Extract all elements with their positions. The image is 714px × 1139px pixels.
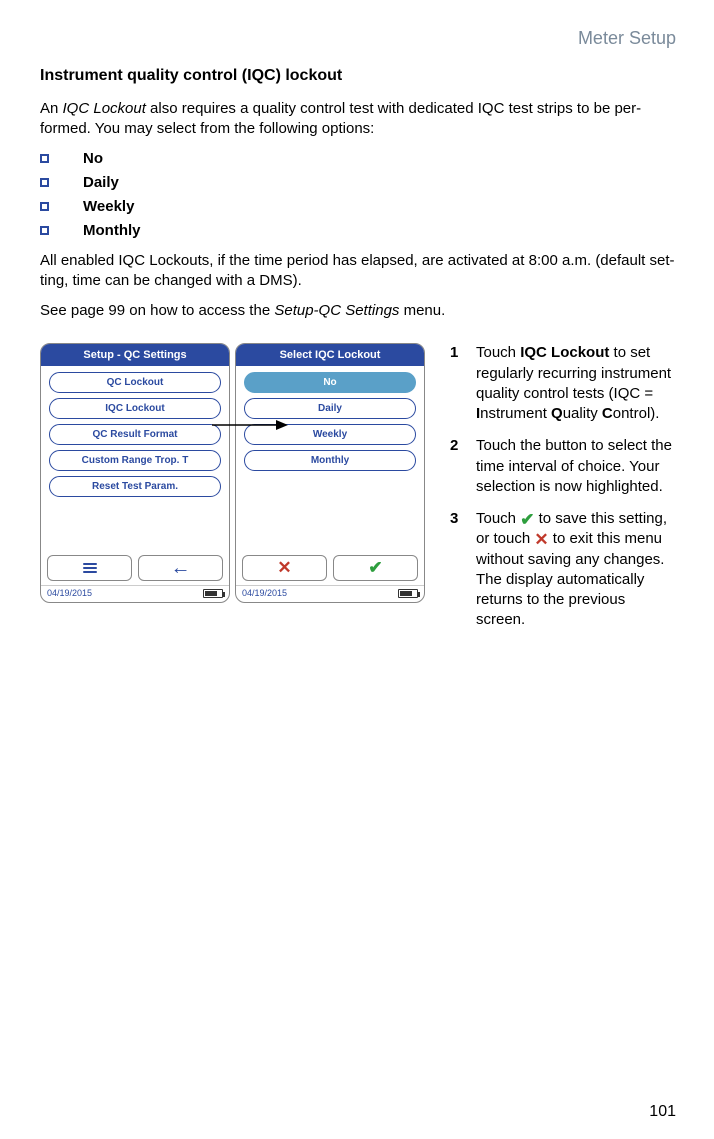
page-number: 101 [649, 1103, 676, 1121]
t: Touch [476, 510, 520, 527]
option-label: Weekly [83, 198, 134, 215]
cancel-button[interactable]: ✕ [242, 555, 327, 581]
menu-button[interactable] [47, 555, 132, 581]
menu-icon [48, 556, 131, 580]
device-title: Setup - QC Settings [41, 344, 229, 366]
para-seepage: See page 99 on how to access the Setup-Q… [40, 301, 676, 321]
check-icon: ✔ [368, 558, 382, 578]
t-em: Setup-QC Settings [274, 302, 399, 319]
device-date: 04/19/2015 [47, 588, 92, 598]
option-label: Monthly [83, 222, 141, 239]
t: uality [563, 405, 602, 422]
device-body: No Daily Weekly Monthly [236, 366, 424, 551]
option-label: No [83, 150, 103, 167]
step-num: 1 [450, 343, 462, 424]
device-title: Select IQC Lockout [236, 344, 424, 366]
section-title: Instrument quality control (IQC) lockout [40, 67, 676, 85]
t: ontrol). [613, 405, 660, 422]
check-icon: ✔ [520, 511, 534, 528]
menu-iqc-lockout[interactable]: IQC Lockout [49, 398, 221, 419]
device-date: 04/19/2015 [242, 588, 287, 598]
option-no: No [40, 150, 676, 167]
t-b: IQC Lockout [520, 344, 609, 361]
battery-icon [203, 589, 223, 598]
step-3: 3 Touch ✔ to save this setting, or touch… [450, 509, 676, 631]
square-bullet-icon [40, 202, 49, 211]
menu-custom-range[interactable]: Custom Range Trop. T [49, 450, 221, 471]
instruction-steps: 1 Touch IQC Lockout to set regularly rec… [450, 343, 676, 642]
option-weekly: Weekly [40, 198, 676, 215]
para-activation: All enabled IQC Lockouts, if the time pe… [40, 251, 676, 292]
device-select-iqc: Select IQC Lockout No Daily Weekly Month… [235, 343, 425, 603]
back-button[interactable]: ← [138, 555, 223, 581]
step-2: 2 Touch the button to select the time in… [450, 436, 676, 497]
confirm-button[interactable]: ✔ [333, 555, 418, 581]
menu-qc-lockout[interactable]: QC Lockout [49, 372, 221, 393]
arrow-left-icon: ← [171, 557, 191, 580]
step-text: Touch the button to select the time inte… [476, 436, 676, 497]
x-icon: ✕ [277, 558, 291, 578]
t: nstrument [480, 405, 551, 422]
t: menu. [399, 302, 445, 319]
option-monthly: Monthly [40, 222, 676, 239]
device-body: QC Lockout IQC Lockout QC Result Format … [41, 366, 229, 551]
step-1: 1 Touch IQC Lockout to set regularly rec… [450, 343, 676, 424]
device-status: 04/19/2015 [236, 585, 424, 602]
square-bullet-icon [40, 226, 49, 235]
battery-icon [398, 589, 418, 598]
device-screenshots: Setup - QC Settings QC Lockout IQC Locko… [40, 343, 430, 623]
option-daily: Daily [40, 174, 676, 191]
device-footer: ← [41, 551, 229, 585]
intro-paragraph: An IQC Lockout also requires a quality c… [40, 99, 676, 140]
device-status: 04/19/2015 [41, 585, 229, 602]
opt-weekly[interactable]: Weekly [244, 424, 416, 445]
options-list: No Daily Weekly Monthly [40, 150, 676, 239]
t-em: IQC Lockout [63, 100, 146, 117]
step-text: Touch ✔ to save this setting, or touch ✕… [476, 509, 676, 631]
opt-monthly[interactable]: Monthly [244, 450, 416, 471]
square-bullet-icon [40, 178, 49, 187]
step-num: 2 [450, 436, 462, 497]
opt-daily[interactable]: Daily [244, 398, 416, 419]
device-footer: ✕ ✔ [236, 551, 424, 585]
page-header-section: Meter Setup [40, 28, 676, 49]
option-label: Daily [83, 174, 119, 191]
step-num: 3 [450, 509, 462, 631]
t: Touch [476, 344, 520, 361]
t: See page 99 on how to access the [40, 302, 274, 319]
t-b: C [602, 405, 613, 422]
square-bullet-icon [40, 154, 49, 163]
menu-reset-test-param[interactable]: Reset Test Param. [49, 476, 221, 497]
device-setup-qc: Setup - QC Settings QC Lockout IQC Locko… [40, 343, 230, 603]
x-icon: ✕ [534, 531, 548, 548]
menu-qc-result-format[interactable]: QC Result Format [49, 424, 221, 445]
step-text: Touch IQC Lockout to set regularly recur… [476, 343, 676, 424]
t-b: Q [551, 405, 563, 422]
t: An [40, 100, 63, 117]
opt-no[interactable]: No [244, 372, 416, 393]
